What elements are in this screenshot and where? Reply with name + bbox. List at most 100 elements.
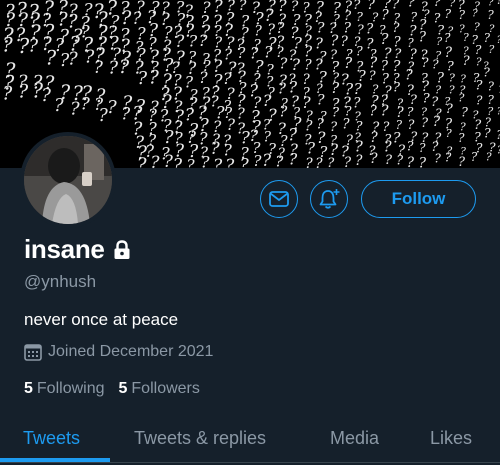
- banner-glyph: ?: [342, 117, 350, 133]
- following-link[interactable]: 5 Following: [24, 380, 105, 398]
- banner-glyph: ?: [279, 103, 288, 121]
- banner-glyph: ?: [471, 150, 478, 164]
- banner-glyph: ?: [119, 56, 130, 78]
- banner-glyph: ?: [99, 106, 109, 126]
- bell-plus-icon: [319, 189, 340, 209]
- banner-glyph: ?: [355, 153, 363, 168]
- join-date: Joined December 2021: [24, 343, 213, 361]
- banner-glyph: ?: [407, 155, 415, 168]
- banner-glyph: ?: [264, 42, 273, 61]
- banner-glyph: ?: [422, 55, 429, 70]
- banner-glyph: ?: [278, 79, 287, 97]
- banner-glyph: ?: [497, 35, 500, 46]
- banner-glyph: ?: [240, 156, 250, 168]
- banner-glyph: ?: [496, 127, 500, 142]
- lock-icon: [113, 239, 131, 260]
- banner-glyph: ?: [68, 49, 78, 70]
- banner-glyph: ?: [421, 115, 428, 130]
- banner-glyph: ?: [461, 105, 468, 120]
- banner-glyph: ?: [150, 153, 160, 168]
- banner-glyph: ?: [173, 156, 183, 168]
- banner-glyph: ?: [344, 155, 352, 168]
- banner-glyph: ?: [370, 104, 378, 120]
- banner-glyph: ?: [446, 126, 453, 140]
- banner-glyph: ?: [458, 131, 465, 145]
- banner-glyph: ?: [201, 153, 210, 169]
- tab-tweets-replies[interactable]: Tweets & replies: [134, 412, 266, 465]
- banner-glyph: ?: [107, 97, 117, 118]
- follow-stats: 5 Following 5 Followers: [24, 380, 214, 398]
- banner-glyph: ?: [327, 156, 335, 168]
- banner-glyph: ?: [445, 151, 452, 165]
- banner-glyph: ?: [488, 80, 495, 94]
- avatar[interactable]: [20, 132, 116, 228]
- banner-glyph: ?: [344, 54, 353, 72]
- followers-label: Followers: [131, 380, 200, 397]
- banner-glyph: ?: [463, 54, 471, 69]
- banner-glyph: ?: [138, 68, 148, 89]
- banner-glyph: ?: [121, 105, 130, 124]
- following-label: Following: [36, 380, 105, 397]
- notify-button[interactable]: [310, 180, 348, 218]
- banner-glyph: ?: [396, 154, 403, 168]
- banner-glyph: ?: [484, 125, 491, 140]
- banner-glyph: ?: [81, 94, 91, 114]
- bio: never once at peace: [24, 310, 179, 329]
- message-button[interactable]: [260, 180, 298, 218]
- banner-glyph: ?: [280, 56, 288, 73]
- banner-glyph: ?: [476, 93, 483, 107]
- banner-glyph: ?: [476, 56, 482, 69]
- banner-glyph: ?: [474, 21, 481, 34]
- banner-glyph: ?: [2, 83, 12, 104]
- banner-glyph: ?: [289, 149, 298, 168]
- banner-glyph: ?: [94, 58, 104, 78]
- banner-glyph: ?: [213, 156, 223, 168]
- banner-glyph: ?: [54, 96, 64, 116]
- banner-glyph: ?: [317, 92, 325, 108]
- banner-glyph: ?: [305, 156, 313, 168]
- banner-glyph: ?: [487, 8, 494, 22]
- banner-glyph: ?: [433, 114, 441, 130]
- banner-glyph: ?: [459, 8, 466, 22]
- banner-glyph: ?: [29, 36, 39, 57]
- banner-glyph: ?: [315, 156, 323, 168]
- banner-glyph: ?: [46, 47, 57, 70]
- following-count: 5: [24, 380, 33, 397]
- banner-glyph: ?: [489, 43, 495, 56]
- follow-button[interactable]: Follow: [361, 180, 476, 218]
- banner-glyph: ?: [449, 71, 456, 85]
- tab-media[interactable]: Media: [330, 412, 379, 465]
- banner-glyph: ?: [41, 85, 51, 106]
- tab-likes[interactable]: Likes: [430, 412, 472, 465]
- banner-glyph: ?: [472, 8, 478, 20]
- banner-glyph: ?: [446, 102, 454, 117]
- banner-glyph: ?: [407, 138, 414, 153]
- banner-glyph: ?: [370, 151, 378, 167]
- banner-glyph: ?: [434, 0, 442, 10]
- banner-glyph: ?: [381, 103, 389, 120]
- banner-glyph: ?: [225, 156, 235, 168]
- banner-glyph: ?: [483, 65, 490, 79]
- banner-glyph: ?: [262, 151, 271, 168]
- banner-glyph: ?: [432, 57, 439, 71]
- banner-glyph: ?: [458, 155, 465, 168]
- banner-glyph: ?: [410, 9, 417, 24]
- banner-glyph: ?: [385, 153, 393, 168]
- banner-glyph: ?: [419, 141, 426, 155]
- avatar-photo: [24, 136, 112, 224]
- banner-glyph: ?: [331, 79, 340, 97]
- followers-link[interactable]: 5 Followers: [119, 380, 200, 398]
- banner-glyph: ?: [445, 7, 452, 21]
- banner-glyph: ?: [366, 22, 374, 38]
- banner-glyph: ?: [149, 67, 159, 88]
- banner-glyph: ?: [445, 45, 453, 61]
- banner-glyph: ?: [458, 91, 465, 105]
- banner-glyph: ?: [186, 156, 195, 168]
- banner-glyph: ?: [332, 105, 340, 120]
- banner-glyph: ?: [253, 152, 262, 168]
- banner-glyph: ?: [18, 82, 29, 103]
- banner-glyph: ?: [381, 31, 389, 48]
- banner-glyph: ?: [497, 0, 500, 7]
- banner-glyph: ?: [275, 152, 284, 168]
- banner-glyph: ?: [486, 150, 492, 163]
